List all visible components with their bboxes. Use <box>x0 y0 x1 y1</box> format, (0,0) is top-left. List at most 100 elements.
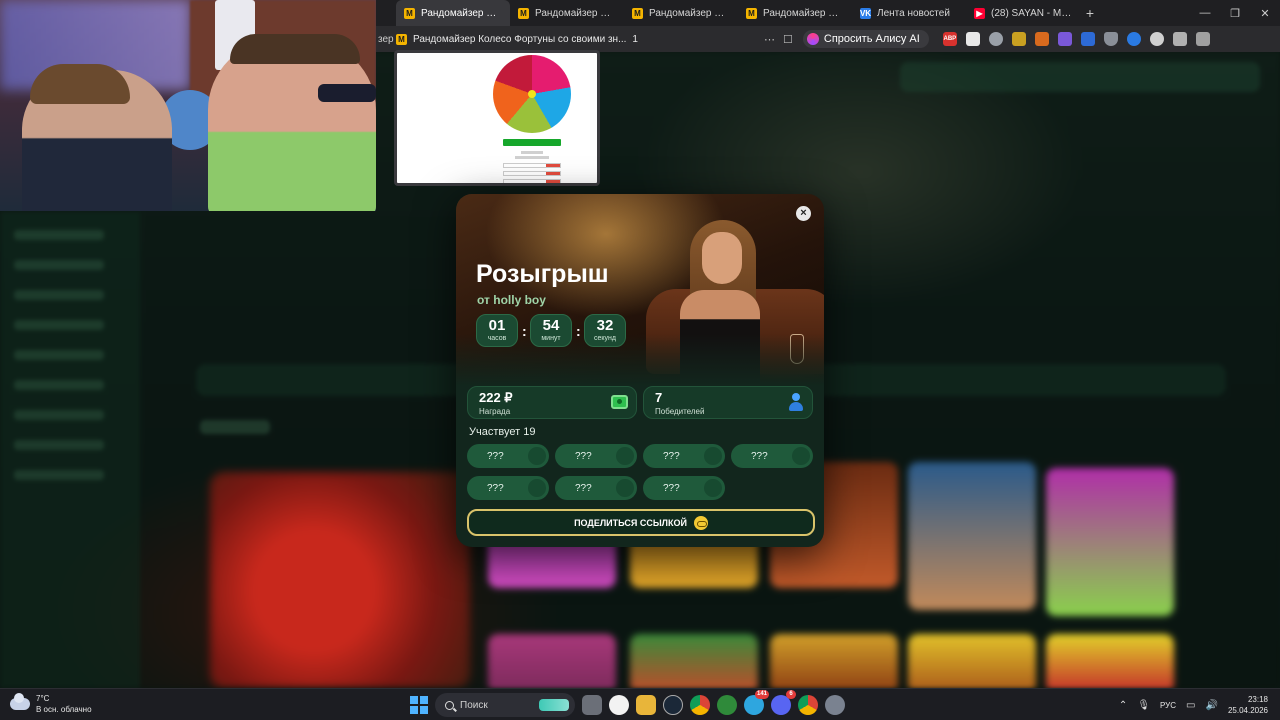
randomizer-icon: M <box>404 7 415 19</box>
avatar <box>528 447 546 465</box>
participant-chip[interactable]: ??? <box>731 444 813 468</box>
settings-icon[interactable] <box>825 695 845 715</box>
system-tray: ⌃ 🎙 РУС ▭ 🔊 23:18 25.04.2026 <box>1119 689 1280 720</box>
preview-list-row <box>503 179 561 183</box>
browser-tab[interactable]: M Рандомайзер Колесо Фортуны со своими з… <box>624 0 738 26</box>
countdown-timer: 01 часов : 54 минут : 32 секунд <box>476 314 626 347</box>
avatar <box>704 447 722 465</box>
language-indicator[interactable]: РУС <box>1160 701 1176 710</box>
site-sidebar-blurred <box>0 212 140 688</box>
game-tile <box>1046 634 1174 688</box>
taskbar-apps: Поиск 141 6 <box>410 690 845 717</box>
gamepad-icon[interactable] <box>1057 32 1072 46</box>
browser-tab[interactable]: VK Лента новостей <box>852 0 966 26</box>
participant-chip[interactable]: ??? <box>555 476 637 500</box>
money-icon <box>611 395 628 409</box>
ask-alice-button[interactable]: Спросить Алису AI <box>802 30 929 48</box>
address-actions: ⋯ ☐ <box>764 33 793 46</box>
discord-icon[interactable]: 6 <box>771 690 796 715</box>
page-title-field[interactable]: M Рандомайзер Колесо Фортуны со своими з… <box>396 33 756 45</box>
weather-description: В осн. облачно <box>36 705 92 714</box>
notification-badge: 6 <box>786 690 796 699</box>
globe-icon[interactable] <box>988 32 1003 46</box>
more-icon[interactable]: ⋯ <box>764 33 775 46</box>
preview-list-row <box>503 171 561 176</box>
game-tile <box>908 634 1036 688</box>
close-icon[interactable]: × <box>796 206 811 221</box>
participant-chip[interactable]: ??? <box>555 444 637 468</box>
folder-icon[interactable] <box>636 695 656 715</box>
window-controls: — ❐ ✕ <box>1190 7 1280 20</box>
chrome-icon[interactable] <box>798 695 818 715</box>
site-section-title-blurred <box>200 420 270 434</box>
xbox-icon[interactable] <box>717 695 737 715</box>
timer-value: 32 <box>596 317 614 334</box>
giveaway-modal: × Розыгрыш от holly boy 01 часов : 54 ми… <box>456 194 824 547</box>
weather-widget[interactable]: 7°C В осн. облачно <box>10 693 92 715</box>
participant-chip[interactable]: ??? <box>467 444 549 468</box>
prize-card: 222 ₽ Награда <box>467 386 637 419</box>
timer-hours: 01 часов <box>476 314 518 347</box>
browser-tab[interactable]: ▶ (28) SAYAN - Мальбо <box>966 0 1080 26</box>
steam-icon[interactable] <box>663 695 683 715</box>
system-clock[interactable]: 23:18 25.04.2026 <box>1228 694 1268 716</box>
timer-value: 01 <box>488 317 506 334</box>
page-title-suffix: 1 <box>632 33 638 45</box>
clock-date: 25.04.2026 <box>1227 706 1268 715</box>
new-tab-button[interactable]: + <box>1080 5 1100 21</box>
extension-icon[interactable] <box>1011 32 1026 46</box>
yandex-browser-icon[interactable] <box>609 695 629 715</box>
fox-icon[interactable] <box>1034 32 1049 46</box>
windows-start-icon[interactable] <box>410 696 428 714</box>
game-tile <box>908 462 1036 610</box>
maximize-icon[interactable]: ❐ <box>1220 7 1250 20</box>
preview-text-line <box>521 151 543 154</box>
play-icon[interactable] <box>1149 32 1164 46</box>
minimize-icon[interactable]: — <box>1190 7 1220 20</box>
tab-title: Рандомайзер Колесо Фортуны со своими зна… <box>535 7 616 19</box>
browser-address-bar: зер M Рандомайзер Колесо Фортуны со свои… <box>376 26 1280 52</box>
cloud-icon <box>10 693 30 710</box>
game-tile <box>1046 468 1174 616</box>
webcam-person-left-hair <box>30 64 130 104</box>
timer-unit: часов <box>487 335 507 342</box>
game-tile <box>770 634 898 688</box>
volume-icon[interactable]: 🔊 <box>1206 700 1218 711</box>
share-link-button[interactable]: ПОДЕЛИТЬСЯ ССЫЛКОЙ <box>467 509 815 536</box>
bookmark-icon[interactable]: ☐ <box>783 33 793 46</box>
card-icon[interactable] <box>1080 32 1095 46</box>
qr-code-icon[interactable] <box>965 32 980 46</box>
avatar <box>616 479 634 497</box>
display-icon[interactable]: ▭ <box>1186 700 1195 711</box>
download-icon[interactable] <box>1195 32 1210 46</box>
microphone-icon[interactable]: 🎙 <box>1137 700 1150 711</box>
prize-label: Награда <box>479 407 511 416</box>
adblock-icon[interactable]: ABP <box>942 32 957 46</box>
participant-name: ??? <box>487 450 504 462</box>
shield-icon[interactable] <box>1103 32 1118 46</box>
close-window-icon[interactable]: ✕ <box>1250 7 1280 20</box>
tab-hover-preview[interactable] <box>394 50 600 186</box>
chevron-up-icon[interactable]: ⌃ <box>1119 700 1127 711</box>
browser-tab[interactable]: M Рандомайзер Колесо Фортуны со своими з… <box>510 0 624 26</box>
file-explorer-icon[interactable] <box>582 695 602 715</box>
browser-tab[interactable]: M Рандомайзер Колесо Фортуны со своими з… <box>396 0 510 26</box>
winners-count: 7 <box>655 390 663 405</box>
winners-card: 7 Победителей <box>643 386 813 419</box>
telegram-icon[interactable]: 141 <box>744 690 769 715</box>
avatar <box>792 447 810 465</box>
participant-chip[interactable]: ??? <box>643 476 725 500</box>
browser-tab[interactable]: M Рандомайзер Колесо Фортуны со своими з… <box>738 0 852 26</box>
screenshot-icon[interactable] <box>1172 32 1187 46</box>
preview-spin-button <box>503 139 561 146</box>
taskbar-search[interactable]: Поиск <box>435 693 575 717</box>
game-tile <box>630 634 758 688</box>
participant-chip[interactable]: ??? <box>643 444 725 468</box>
refresh-icon[interactable] <box>1126 32 1141 46</box>
ask-alice-label: Спросить Алису AI <box>823 33 920 45</box>
weather-temperature: 7°C <box>36 694 50 703</box>
chrome-icon[interactable] <box>690 695 710 715</box>
participant-name: ??? <box>663 450 680 462</box>
participant-name: ??? <box>663 482 680 494</box>
participant-chip[interactable]: ??? <box>467 476 549 500</box>
